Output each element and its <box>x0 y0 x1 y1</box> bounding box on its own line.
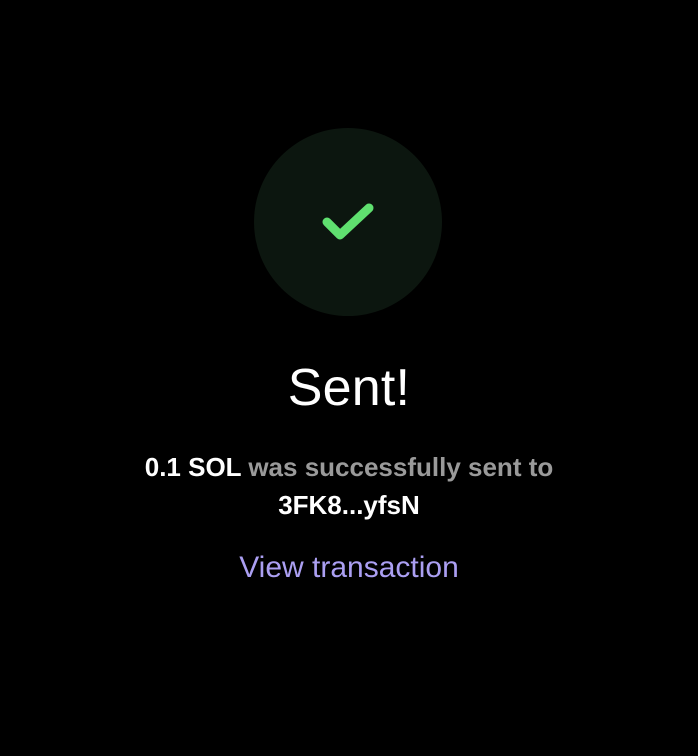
sent-amount: 0.1 SOL <box>144 452 242 482</box>
view-transaction-label[interactable]: View transaction <box>239 551 459 584</box>
page-title: Sent! <box>287 359 411 417</box>
send-success-screen: Sent! 0.1 SOL was successfully sent to 3… <box>0 0 698 756</box>
success-message-text: was successfully sent to <box>241 452 554 482</box>
success-message-line: 0.1 SOL was successfully sent to <box>80 448 618 486</box>
success-message: 0.1 SOL was successfully sent to 3FK8...… <box>80 448 618 524</box>
recipient-address: 3FK8...yfsN <box>278 490 420 520</box>
success-badge <box>254 128 442 316</box>
view-transaction-link[interactable]: View transaction <box>0 546 698 590</box>
checkmark-icon <box>322 203 374 240</box>
